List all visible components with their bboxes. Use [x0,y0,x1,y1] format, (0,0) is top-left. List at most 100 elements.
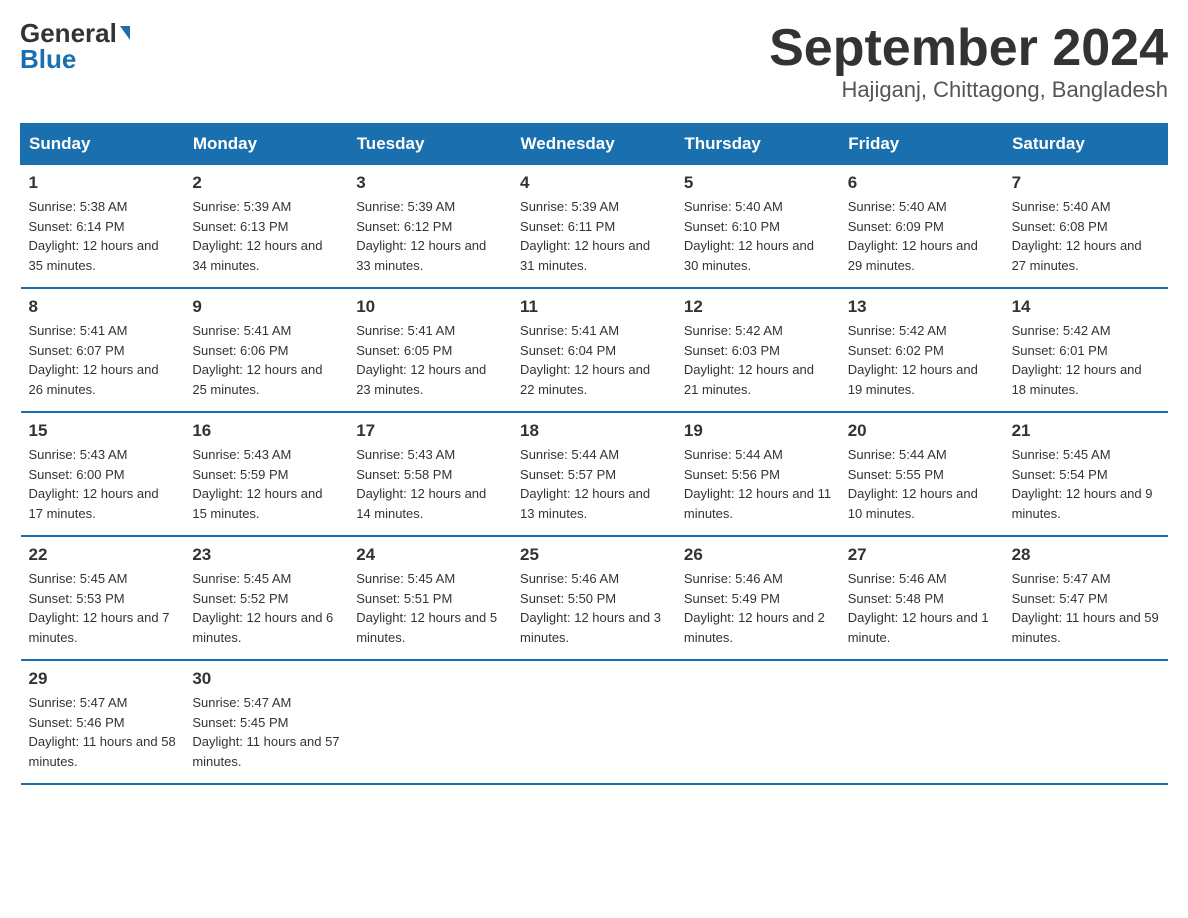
day-number: 2 [192,173,340,193]
calendar-cell: 22 Sunrise: 5:45 AMSunset: 5:53 PMDayligh… [21,536,185,660]
calendar-cell: 27Sunrise: 5:46 AMSunset: 5:48 PMDayligh… [840,536,1004,660]
calendar-cell: 28 Sunrise: 5:47 AMSunset: 5:47 PMDayligh… [1004,536,1168,660]
title-block: September 2024 Hajiganj, Chittagong, Ban… [769,20,1168,103]
day-info: Sunrise: 5:45 AMSunset: 5:54 PMDaylight:… [1012,445,1160,523]
day-info: Sunrise: 5:39 AMSunset: 6:11 PMDaylight:… [520,197,668,275]
calendar-cell [1004,660,1168,784]
calendar-cell: 6 Sunrise: 5:40 AMSunset: 6:09 PMDaylight… [840,165,1004,289]
calendar-week-row: 22 Sunrise: 5:45 AMSunset: 5:53 PMDayligh… [21,536,1168,660]
day-number: 5 [684,173,832,193]
weekday-header-sunday: Sunday [21,124,185,165]
day-number: 7 [1012,173,1160,193]
day-number: 27 [848,545,996,565]
page-header: General Blue September 2024 Hajiganj, Ch… [20,20,1168,103]
day-number: 22 [29,545,177,565]
calendar-cell: 7Sunrise: 5:40 AMSunset: 6:08 PMDaylight… [1004,165,1168,289]
day-info: Sunrise: 5:44 AMSunset: 5:55 PMDaylight:… [848,445,996,523]
day-number: 23 [192,545,340,565]
calendar-cell: 2 Sunrise: 5:39 AMSunset: 6:13 PMDaylight… [184,165,348,289]
calendar-subtitle: Hajiganj, Chittagong, Bangladesh [769,77,1168,103]
calendar-title: September 2024 [769,20,1168,77]
day-info: Sunrise: 5:41 AMSunset: 6:04 PMDaylight:… [520,321,668,399]
day-info: Sunrise: 5:40 AMSunset: 6:09 PMDaylight:… [848,197,996,275]
logo-blue-text: Blue [20,46,76,72]
logo: General Blue [20,20,130,72]
day-info: Sunrise: 5:42 AMSunset: 6:03 PMDaylight:… [684,321,832,399]
weekday-header-tuesday: Tuesday [348,124,512,165]
calendar-cell: 21 Sunrise: 5:45 AMSunset: 5:54 PMDayligh… [1004,412,1168,536]
day-info: Sunrise: 5:39 AMSunset: 6:12 PMDaylight:… [356,197,504,275]
calendar-cell: 20 Sunrise: 5:44 AMSunset: 5:55 PMDayligh… [840,412,1004,536]
day-number: 29 [29,669,177,689]
calendar-cell [348,660,512,784]
day-info: Sunrise: 5:43 AMSunset: 5:59 PMDaylight:… [192,445,340,523]
calendar-cell: 4 Sunrise: 5:39 AMSunset: 6:11 PMDaylight… [512,165,676,289]
day-number: 21 [1012,421,1160,441]
calendar-cell: 19Sunrise: 5:44 AMSunset: 5:56 PMDayligh… [676,412,840,536]
day-info: Sunrise: 5:41 AMSunset: 6:05 PMDaylight:… [356,321,504,399]
day-number: 14 [1012,297,1160,317]
day-number: 4 [520,173,668,193]
day-number: 15 [29,421,177,441]
calendar-cell [512,660,676,784]
weekday-header-monday: Monday [184,124,348,165]
day-info: Sunrise: 5:44 AMSunset: 5:56 PMDaylight:… [684,445,832,523]
calendar-cell: 15 Sunrise: 5:43 AMSunset: 6:00 PMDayligh… [21,412,185,536]
day-number: 9 [192,297,340,317]
calendar-week-row: 8 Sunrise: 5:41 AMSunset: 6:07 PMDaylight… [21,288,1168,412]
day-info: Sunrise: 5:38 AMSunset: 6:14 PMDaylight:… [29,197,177,275]
calendar-header-row: SundayMondayTuesdayWednesdayThursdayFrid… [21,124,1168,165]
day-number: 30 [192,669,340,689]
day-info: Sunrise: 5:44 AMSunset: 5:57 PMDaylight:… [520,445,668,523]
day-number: 25 [520,545,668,565]
day-info: Sunrise: 5:39 AMSunset: 6:13 PMDaylight:… [192,197,340,275]
calendar-cell: 17Sunrise: 5:43 AMSunset: 5:58 PMDayligh… [348,412,512,536]
calendar-cell: 26 Sunrise: 5:46 AMSunset: 5:49 PMDayligh… [676,536,840,660]
calendar-cell: 25 Sunrise: 5:46 AMSunset: 5:50 PMDayligh… [512,536,676,660]
day-info: Sunrise: 5:46 AMSunset: 5:50 PMDaylight:… [520,569,668,647]
calendar-cell: 3Sunrise: 5:39 AMSunset: 6:12 PMDaylight… [348,165,512,289]
day-number: 10 [356,297,504,317]
calendar-week-row: 15 Sunrise: 5:43 AMSunset: 6:00 PMDayligh… [21,412,1168,536]
calendar-week-row: 1Sunrise: 5:38 AMSunset: 6:14 PMDaylight… [21,165,1168,289]
day-number: 11 [520,297,668,317]
day-info: Sunrise: 5:41 AMSunset: 6:07 PMDaylight:… [29,321,177,399]
calendar-cell: 18Sunrise: 5:44 AMSunset: 5:57 PMDayligh… [512,412,676,536]
calendar-cell: 30 Sunrise: 5:47 AMSunset: 5:45 PMDayligh… [184,660,348,784]
calendar-cell: 5 Sunrise: 5:40 AMSunset: 6:10 PMDaylight… [676,165,840,289]
day-info: Sunrise: 5:45 AMSunset: 5:51 PMDaylight:… [356,569,504,647]
calendar-week-row: 29 Sunrise: 5:47 AMSunset: 5:46 PMDayligh… [21,660,1168,784]
day-number: 26 [684,545,832,565]
logo-general-text: General [20,20,117,46]
calendar-cell: 1Sunrise: 5:38 AMSunset: 6:14 PMDaylight… [21,165,185,289]
logo-triangle-icon [120,26,130,40]
day-number: 8 [29,297,177,317]
calendar-cell: 24Sunrise: 5:45 AMSunset: 5:51 PMDayligh… [348,536,512,660]
day-info: Sunrise: 5:47 AMSunset: 5:45 PMDaylight:… [192,693,340,771]
calendar-cell: 11 Sunrise: 5:41 AMSunset: 6:04 PMDayligh… [512,288,676,412]
calendar-cell: 29 Sunrise: 5:47 AMSunset: 5:46 PMDayligh… [21,660,185,784]
day-number: 20 [848,421,996,441]
day-info: Sunrise: 5:47 AMSunset: 5:47 PMDaylight:… [1012,569,1160,647]
day-info: Sunrise: 5:41 AMSunset: 6:06 PMDaylight:… [192,321,340,399]
weekday-header-saturday: Saturday [1004,124,1168,165]
weekday-header-friday: Friday [840,124,1004,165]
day-number: 16 [192,421,340,441]
calendar-cell: 9 Sunrise: 5:41 AMSunset: 6:06 PMDaylight… [184,288,348,412]
day-info: Sunrise: 5:43 AMSunset: 6:00 PMDaylight:… [29,445,177,523]
calendar-cell [840,660,1004,784]
calendar-cell: 13Sunrise: 5:42 AMSunset: 6:02 PMDayligh… [840,288,1004,412]
day-info: Sunrise: 5:42 AMSunset: 6:02 PMDaylight:… [848,321,996,399]
day-info: Sunrise: 5:47 AMSunset: 5:46 PMDaylight:… [29,693,177,771]
calendar-cell: 12Sunrise: 5:42 AMSunset: 6:03 PMDayligh… [676,288,840,412]
day-number: 6 [848,173,996,193]
calendar-cell: 16 Sunrise: 5:43 AMSunset: 5:59 PMDayligh… [184,412,348,536]
day-info: Sunrise: 5:40 AMSunset: 6:10 PMDaylight:… [684,197,832,275]
weekday-header-wednesday: Wednesday [512,124,676,165]
day-info: Sunrise: 5:45 AMSunset: 5:53 PMDaylight:… [29,569,177,647]
day-number: 28 [1012,545,1160,565]
calendar-cell [676,660,840,784]
calendar-cell: 23Sunrise: 5:45 AMSunset: 5:52 PMDayligh… [184,536,348,660]
day-info: Sunrise: 5:43 AMSunset: 5:58 PMDaylight:… [356,445,504,523]
day-info: Sunrise: 5:46 AMSunset: 5:49 PMDaylight:… [684,569,832,647]
